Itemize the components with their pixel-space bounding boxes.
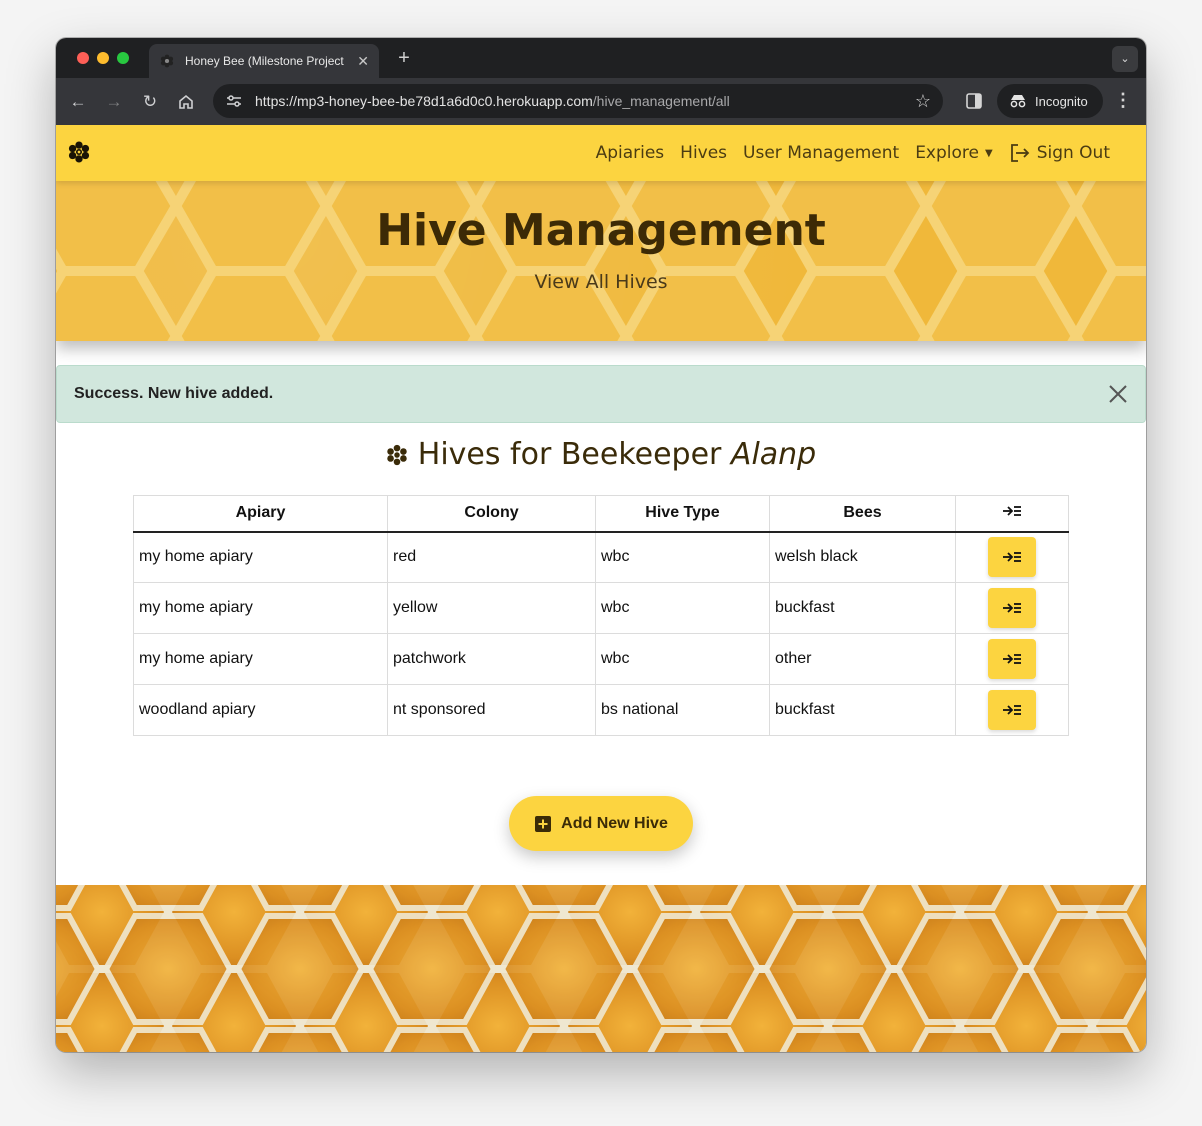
honeycomb-icon bbox=[387, 444, 407, 465]
honeycomb-photo-image bbox=[56, 885, 1146, 1052]
browser-toolbar: ← → ↻ https://mp3-honey-bee-be78d1a6d0c0… bbox=[56, 78, 1146, 125]
cell-colony: nt sponsored bbox=[387, 684, 596, 736]
add-new-hive-label: Add New Hive bbox=[561, 814, 668, 832]
back-arrow-icon[interactable]: ← bbox=[66, 90, 90, 114]
cell-hive-type: bs national bbox=[595, 684, 770, 736]
cell-colony: patchwork bbox=[387, 633, 596, 685]
indent-arrow-icon bbox=[1003, 505, 1021, 516]
honeycomb-logo-icon[interactable] bbox=[68, 141, 92, 165]
site-navbar: Apiaries Hives User Management Explore ▼ … bbox=[56, 125, 1146, 181]
view-hive-button[interactable] bbox=[988, 690, 1036, 730]
success-alert: Success. New hive added. bbox=[56, 365, 1146, 423]
heading-prefix: Hives for Beekeeper bbox=[417, 437, 722, 472]
page-heading: Hives for Beekeeper Alanp bbox=[56, 437, 1146, 472]
cell-action bbox=[955, 531, 1069, 583]
cell-apiary: my home apiary bbox=[133, 531, 388, 583]
web-page: Apiaries Hives User Management Explore ▼ … bbox=[56, 125, 1146, 1052]
tab-strip: Honey Bee (Milestone Project ✕ + ⌄ bbox=[56, 38, 1146, 78]
cell-hive-type: wbc bbox=[595, 531, 770, 583]
nav-link-hives[interactable]: Hives bbox=[680, 143, 727, 163]
alert-message: Success. New hive added. bbox=[74, 385, 274, 402]
tab-search-chevron-icon[interactable]: ⌄ bbox=[1112, 46, 1138, 72]
hero-subtitle: View All Hives bbox=[534, 271, 668, 293]
site-info-icon[interactable] bbox=[225, 92, 243, 110]
window-controls bbox=[77, 52, 129, 64]
hero-title: Hive Management bbox=[376, 205, 826, 256]
column-header-colony: Colony bbox=[387, 495, 596, 533]
nav-link-user-management[interactable]: User Management bbox=[743, 143, 899, 163]
close-window-button[interactable] bbox=[77, 52, 89, 64]
honeycomb-favicon-icon bbox=[159, 53, 175, 69]
table-row: my home apiary patchwork wbc other bbox=[133, 633, 1069, 685]
close-alert-icon[interactable] bbox=[1107, 383, 1129, 405]
table-row: woodland apiary nt sponsored bs national… bbox=[133, 684, 1069, 736]
sign-out-icon bbox=[1010, 144, 1029, 162]
cell-apiary: woodland apiary bbox=[133, 684, 388, 736]
plus-square-icon bbox=[535, 815, 552, 832]
nav-links: Apiaries Hives User Management Explore ▼ … bbox=[596, 125, 1110, 181]
cell-action bbox=[955, 582, 1069, 634]
url-path: /hive_management/all bbox=[592, 93, 730, 109]
hives-table: Apiary Colony Hive Type Bees my home api… bbox=[133, 495, 1069, 736]
sign-out-label: Sign Out bbox=[1036, 143, 1110, 163]
indent-arrow-icon bbox=[1003, 654, 1021, 664]
incognito-badge[interactable]: Incognito bbox=[997, 84, 1103, 118]
cell-colony: yellow bbox=[387, 582, 596, 634]
nav-link-apiaries[interactable]: Apiaries bbox=[596, 143, 665, 163]
table-row: my home apiary yellow wbc buckfast bbox=[133, 582, 1069, 634]
heading-username: Alanp bbox=[730, 437, 817, 472]
indent-arrow-icon bbox=[1003, 705, 1021, 715]
minimize-window-button[interactable] bbox=[97, 52, 109, 64]
cell-hive-type: wbc bbox=[595, 633, 770, 685]
honeycomb-footer-image bbox=[56, 885, 1146, 1052]
column-header-actions bbox=[955, 495, 1069, 533]
cell-bees: buckfast bbox=[769, 684, 956, 736]
column-header-apiary: Apiary bbox=[133, 495, 388, 533]
reload-icon[interactable]: ↻ bbox=[138, 90, 162, 114]
new-tab-icon[interactable]: + bbox=[392, 46, 416, 70]
column-header-hive-type: Hive Type bbox=[595, 495, 770, 533]
view-hive-button[interactable] bbox=[988, 537, 1036, 578]
table-header-row: Apiary Colony Hive Type Bees bbox=[133, 495, 1069, 533]
indent-arrow-icon bbox=[1003, 603, 1021, 613]
url-text: https://mp3-honey-bee-be78d1a6d0c0.herok… bbox=[255, 93, 730, 109]
indent-arrow-icon bbox=[1003, 552, 1021, 563]
hero-banner: Hive Management View All Hives bbox=[56, 181, 1146, 341]
cell-action bbox=[955, 633, 1069, 685]
url-host: https://mp3-honey-bee-be78d1a6d0c0.herok… bbox=[255, 93, 593, 109]
forward-arrow-icon[interactable]: → bbox=[102, 90, 126, 114]
cell-bees: buckfast bbox=[769, 582, 956, 634]
incognito-icon bbox=[1010, 95, 1026, 108]
table-row: my home apiary red wbc welsh black bbox=[133, 531, 1069, 583]
add-new-hive-button[interactable]: Add New Hive bbox=[509, 796, 693, 851]
close-tab-icon[interactable]: ✕ bbox=[357, 53, 369, 70]
sign-out-link[interactable]: Sign Out bbox=[1009, 143, 1110, 163]
view-hive-button[interactable] bbox=[988, 639, 1036, 679]
cell-hive-type: wbc bbox=[595, 582, 770, 634]
browser-window: Honey Bee (Milestone Project ✕ + ⌄ ← → ↻… bbox=[56, 38, 1146, 1052]
column-header-bees: Bees bbox=[769, 495, 956, 533]
side-panel-icon[interactable] bbox=[965, 92, 983, 110]
bookmark-star-icon[interactable]: ☆ bbox=[915, 91, 931, 112]
cell-apiary: my home apiary bbox=[133, 582, 388, 634]
maximize-window-button[interactable] bbox=[117, 52, 129, 64]
cell-apiary: my home apiary bbox=[133, 633, 388, 685]
caret-down-icon: ▼ bbox=[984, 147, 993, 159]
cell-bees: welsh black bbox=[769, 531, 956, 583]
cell-action bbox=[955, 684, 1069, 736]
tab-title: Honey Bee (Milestone Project bbox=[185, 54, 344, 68]
cell-colony: red bbox=[387, 531, 596, 583]
browser-tab[interactable]: Honey Bee (Milestone Project ✕ bbox=[149, 44, 379, 78]
more-menu-icon[interactable]: ⋮ bbox=[1114, 90, 1132, 111]
nav-dropdown-explore[interactable]: Explore ▼ bbox=[915, 143, 993, 163]
view-hive-button[interactable] bbox=[988, 588, 1036, 628]
address-bar[interactable]: https://mp3-honey-bee-be78d1a6d0c0.herok… bbox=[213, 84, 943, 118]
explore-label: Explore bbox=[915, 143, 979, 163]
home-icon[interactable] bbox=[174, 90, 198, 114]
cell-bees: other bbox=[769, 633, 956, 685]
incognito-label: Incognito bbox=[1035, 93, 1088, 109]
